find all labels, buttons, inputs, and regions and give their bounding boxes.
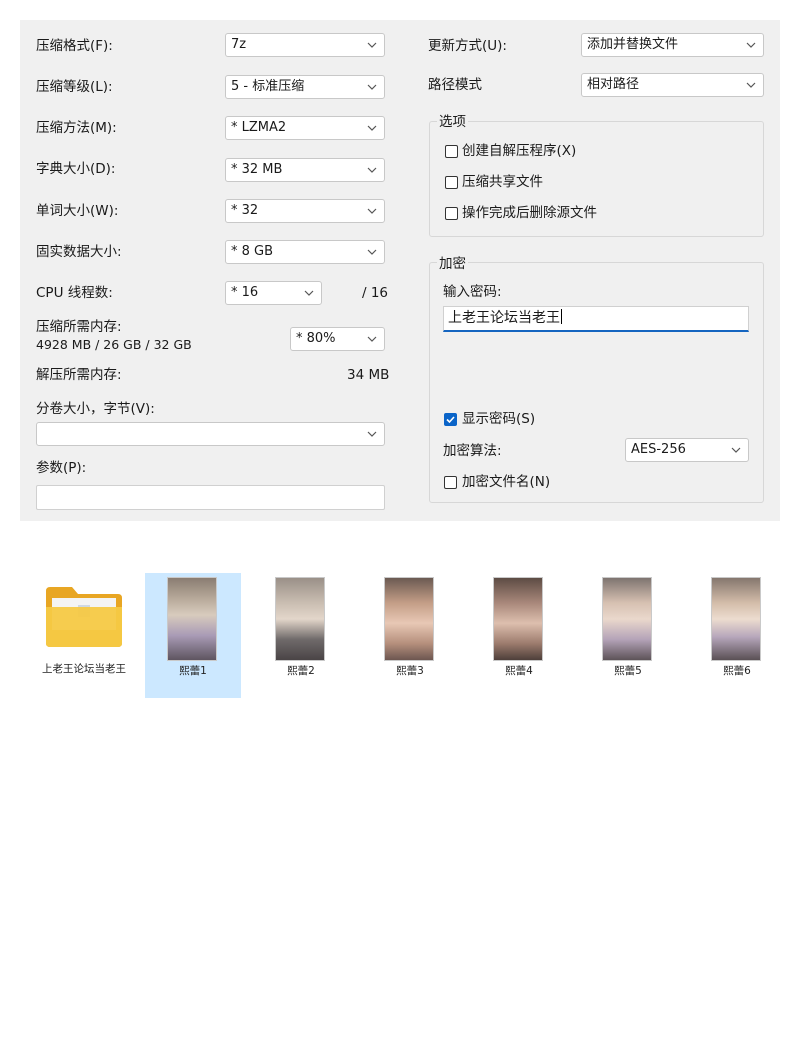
chevron-down-icon (365, 423, 379, 445)
shared-files-label: 压缩共享文件 (462, 174, 543, 190)
image-thumbnail (711, 577, 761, 661)
dictionary-label: 字典大小(D): (36, 161, 116, 177)
word-size-label: 单词大小(W): (36, 203, 119, 219)
compress-memory-detail: 4928 MB / 26 GB / 32 GB (36, 337, 192, 352)
update-mode-label: 更新方式(U): (428, 38, 507, 54)
file-item-3[interactable]: 熙蕾3 (362, 573, 458, 698)
file-name: 熙蕾1 (179, 665, 207, 677)
chevron-down-icon (744, 74, 758, 96)
cpu-threads-max: / 16 (362, 285, 389, 301)
options-group-title: 选项 (437, 114, 468, 130)
method-label: 压缩方法(M): (36, 120, 117, 136)
image-thumbnail (602, 577, 652, 661)
text-caret (561, 309, 562, 324)
cpu-threads-select[interactable]: * 16 (225, 281, 322, 305)
compression-dialog: 压缩格式(F): 7z 压缩等级(L): 5 - 标准压缩 压缩方法(M): *… (20, 20, 780, 521)
shared-files-checkbox[interactable] (445, 176, 458, 189)
file-name: 熙蕾4 (505, 665, 533, 677)
chevron-down-icon (365, 328, 379, 350)
file-name: 熙蕾6 (723, 665, 751, 677)
decompress-memory-label: 解压所需内存: (36, 367, 122, 383)
file-item-folder[interactable]: 上老王论坛当老王 (36, 573, 132, 698)
password-input[interactable]: 上老王论坛当老王 (443, 306, 749, 332)
sfx-label: 创建自解压程序(X) (462, 143, 577, 159)
volume-size-label: 分卷大小，字节(V): (36, 401, 155, 417)
image-thumbnail (384, 577, 434, 661)
dictionary-select[interactable]: * 32 MB (225, 158, 385, 182)
method-select[interactable]: * LZMA2 (225, 116, 385, 140)
chevron-down-icon (744, 34, 758, 56)
chevron-down-icon (365, 241, 379, 263)
file-name: 熙蕾2 (287, 665, 315, 677)
update-mode-select[interactable]: 添加并替换文件 (581, 33, 764, 57)
delete-after-label: 操作完成后删除源文件 (462, 205, 597, 221)
file-item-5[interactable]: 熙蕾5 (580, 573, 676, 698)
word-size-select[interactable]: * 32 (225, 199, 385, 223)
cpu-threads-label: CPU 线程数: (36, 285, 113, 301)
parameters-label: 参数(P): (36, 460, 87, 476)
encrypt-filenames-checkbox[interactable] (444, 476, 457, 489)
checkmark-icon (446, 416, 455, 424)
path-mode-label: 路径模式 (428, 77, 482, 93)
solid-size-label: 固实数据大小: (36, 244, 122, 260)
format-select[interactable]: 7z (225, 33, 385, 57)
level-select[interactable]: 5 - 标准压缩 (225, 75, 385, 99)
parameters-input[interactable] (36, 485, 385, 510)
image-thumbnail (275, 577, 325, 661)
format-label: 压缩格式(F): (36, 38, 113, 54)
image-thumbnail (167, 577, 217, 661)
show-password-checkbox[interactable] (444, 413, 457, 426)
chevron-down-icon (365, 117, 379, 139)
delete-after-checkbox[interactable] (445, 207, 458, 220)
chevron-down-icon (365, 76, 379, 98)
compress-memory-label: 压缩所需内存: (36, 319, 122, 335)
file-item-1[interactable]: 熙蕾1 (145, 573, 241, 698)
level-label: 压缩等级(L): (36, 79, 113, 95)
chevron-down-icon (729, 439, 743, 461)
chevron-down-icon (365, 159, 379, 181)
image-thumbnail (493, 577, 543, 661)
file-item-2[interactable]: 熙蕾2 (253, 573, 349, 698)
volume-size-combo[interactable] (36, 422, 385, 446)
file-name: 熙蕾5 (614, 665, 642, 677)
encryption-method-label: 加密算法: (443, 443, 502, 459)
decompress-memory-value: 34 MB (347, 367, 390, 383)
encryption-method-select[interactable]: AES-256 (625, 438, 749, 462)
encrypt-filenames-label: 加密文件名(N) (462, 474, 551, 490)
path-mode-select[interactable]: 相对路径 (581, 73, 764, 97)
file-item-6[interactable]: 熙蕾6 (689, 573, 785, 698)
sfx-checkbox[interactable] (445, 145, 458, 158)
memory-usage-select[interactable]: * 80% (290, 327, 385, 351)
chevron-down-icon (302, 282, 316, 304)
show-password-label: 显示密码(S) (462, 411, 536, 427)
file-item-4[interactable]: 熙蕾4 (471, 573, 567, 698)
file-name: 熙蕾3 (396, 665, 424, 677)
file-name: 上老王论坛当老王 (42, 663, 126, 675)
chevron-down-icon (365, 34, 379, 56)
chevron-down-icon (365, 200, 379, 222)
password-label: 输入密码: (443, 284, 502, 300)
solid-size-select[interactable]: * 8 GB (225, 240, 385, 264)
folder-icon (46, 587, 122, 647)
encryption-group-title: 加密 (437, 256, 468, 272)
